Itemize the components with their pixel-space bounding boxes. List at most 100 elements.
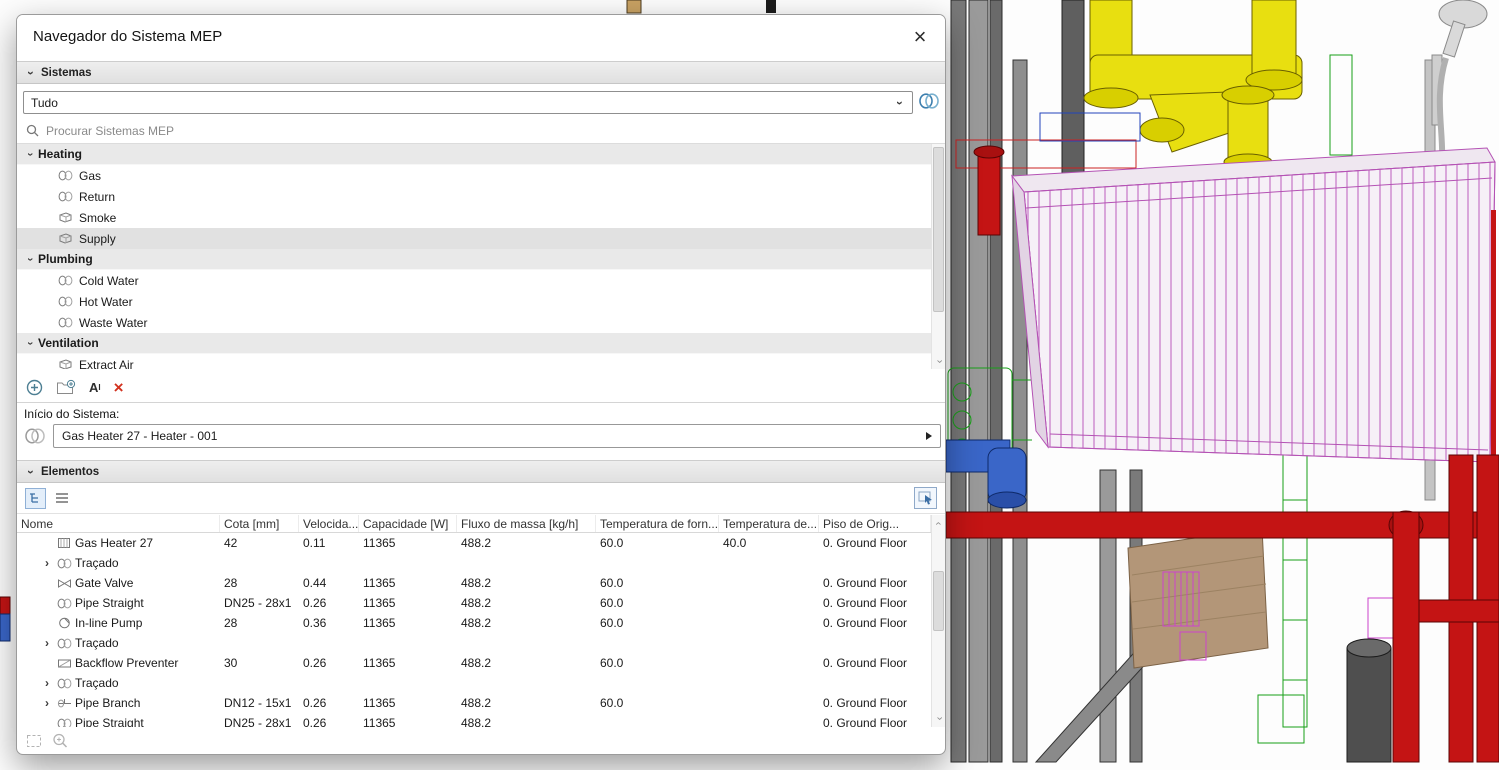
value-cell: 0. Ground Floor	[819, 536, 931, 550]
row-label: Traçado	[75, 556, 119, 570]
new-folder-button[interactable]	[56, 378, 76, 398]
row-label: Pipe Straight	[75, 596, 144, 610]
table-row-tra-ado[interactable]: › Traçado	[17, 673, 931, 693]
elements-toolbar	[17, 483, 945, 514]
elementos-section-header[interactable]: › Elementos	[17, 460, 945, 483]
filter-value: Tudo	[31, 96, 58, 110]
systems-tree: ›HeatingGas Return SmokeSupply›Plumbing Col…	[17, 144, 945, 369]
column-header-fluxo-de-massa-kg-h[interactable]: Fluxo de massa [kg/h]	[457, 515, 596, 532]
duct-icon	[57, 212, 73, 223]
select-in-model-icon	[918, 491, 934, 505]
scroll-down-icon[interactable]: ›	[934, 713, 945, 725]
tree-item-return[interactable]: Return	[17, 186, 931, 207]
chevron-down-icon: ›	[24, 150, 35, 159]
rename-button[interactable]: AI	[89, 378, 101, 398]
next-arrow-icon[interactable]	[926, 432, 932, 440]
value-cell: 60.0	[596, 536, 719, 550]
row-label: Traçado	[75, 676, 119, 690]
delete-button[interactable]: ×	[114, 378, 124, 398]
close-icon[interactable]: ×	[907, 23, 933, 51]
row-label: Pipe Branch	[75, 696, 140, 710]
table-row-tra-ado[interactable]: ›Traçado	[17, 633, 931, 653]
red-valve[interactable]	[974, 146, 1004, 235]
column-header-capacidade-w[interactable]: Capacidade [W]	[359, 515, 457, 532]
column-header-piso-de-orig[interactable]: Piso de Orig...	[819, 515, 931, 532]
value-cell: 11365	[359, 536, 457, 550]
plus-circle-icon	[26, 379, 43, 396]
chevron-down-icon: ›	[894, 98, 906, 108]
name-cell: Backflow Preventer	[17, 656, 220, 670]
mep-system-link-icon[interactable]	[918, 92, 940, 112]
add-system-button[interactable]	[26, 378, 43, 398]
system-filter-dropdown[interactable]: Tudo ›	[23, 91, 913, 114]
value-cell: 40.0	[719, 536, 819, 550]
column-header-velocida[interactable]: Velocida...	[299, 515, 359, 532]
tree-item-smoke[interactable]: Smoke	[17, 207, 931, 228]
left-edge-pipes[interactable]	[0, 597, 10, 641]
tree-item-waste-water[interactable]: Waste Water	[17, 312, 931, 333]
scroll-down-icon[interactable]: ›	[934, 356, 945, 368]
pipe-icon	[56, 598, 72, 609]
select-in-model-button[interactable]	[914, 487, 937, 509]
systems-toolbar: AI ×	[17, 373, 945, 403]
row-label: Pipe Straight	[75, 716, 144, 727]
column-header-cota-mm[interactable]: Cota [mm]	[220, 515, 299, 532]
name-cell: In-line Pump	[17, 616, 220, 630]
table-row-gas-heater-27[interactable]: Gas Heater 27420.1111365488.260.040.00. …	[17, 533, 931, 553]
expand-icon[interactable]: ›	[41, 676, 53, 690]
list-view-toggle[interactable]	[51, 488, 72, 509]
table-row-in-line-pump[interactable]: In-line Pump280.3611365488.260.00. Groun…	[17, 613, 931, 633]
tree-item-hot-water[interactable]: Hot Water	[17, 291, 931, 312]
scrollbar-thumb[interactable]	[933, 571, 944, 631]
tree-item-cold-water[interactable]: Cold Water	[17, 270, 931, 291]
expand-icon[interactable]: ›	[41, 696, 53, 710]
value-cell: 488.2	[457, 596, 596, 610]
table-row-tra-ado[interactable]: › Traçado	[17, 553, 931, 573]
name-cell: Gate Valve	[17, 576, 220, 590]
table-row-backflow-preventer[interactable]: Backflow Preventer300.2611365488.260.00.…	[17, 653, 931, 673]
table-row-pipe-branch[interactable]: ›Pipe BranchDN12 - 15x10.2611365488.260.…	[17, 693, 931, 713]
expand-icon[interactable]: ›	[41, 556, 53, 570]
pipe-icon	[57, 296, 73, 307]
red-strip[interactable]	[1491, 210, 1496, 460]
system-start-selector[interactable]: Gas Heater 27 - Heater - 001	[53, 424, 941, 448]
marquee-icon[interactable]	[26, 734, 42, 748]
table-row-gate-valve[interactable]: Gate Valve280.4411365488.260.00. Ground …	[17, 573, 931, 593]
search-placeholder: Procurar Sistemas MEP	[46, 124, 174, 138]
column-header-temperatura-de[interactable]: Temperatura de...	[719, 515, 819, 532]
scroll-up-icon[interactable]: ›	[934, 518, 945, 530]
table-row-pipe-straight[interactable]: Pipe StraightDN25 - 28x10.2611365488.260…	[17, 593, 931, 613]
scrollbar-thumb[interactable]	[933, 147, 944, 312]
value-cell: 0.11	[299, 536, 359, 550]
radiator[interactable]	[1012, 148, 1495, 462]
tree-view-toggle[interactable]	[25, 488, 46, 509]
tree-item-gas[interactable]: Gas	[17, 165, 931, 186]
folder-plus-icon	[56, 379, 76, 396]
name-cell: › Traçado	[17, 556, 220, 570]
table-row-pipe-straight[interactable]: Pipe StraightDN25 - 28x10.2611365488.20.…	[17, 713, 931, 727]
tree-item-extract-air[interactable]: Extract Air	[17, 354, 931, 369]
search-icon	[26, 124, 39, 137]
value-cell: 488.2	[457, 696, 596, 710]
tree-group-plumbing[interactable]: ›Plumbing	[17, 249, 931, 270]
expand-icon[interactable]: ›	[41, 636, 53, 650]
system-start-label: Início do Sistema:	[24, 407, 119, 421]
wood-panel[interactable]	[1128, 528, 1268, 668]
value-cell: 0. Ground Floor	[819, 576, 931, 590]
sistemas-section-header[interactable]: › Sistemas	[17, 61, 945, 84]
column-header-nome[interactable]: Nome	[17, 515, 220, 532]
tree-scrollbar[interactable]: ›	[931, 144, 945, 369]
tree-item-label: Return	[79, 190, 115, 204]
zoom-to-selection-icon[interactable]	[52, 733, 68, 748]
search-input[interactable]: Procurar Sistemas MEP	[17, 118, 945, 144]
tree-item-supply[interactable]: Supply	[17, 228, 931, 249]
systems-tree-rows: ›HeatingGas Return SmokeSupply›Plumbing Col…	[17, 144, 931, 369]
column-header-temperatura-de-forn[interactable]: Temperatura de forn...	[596, 515, 719, 532]
table-scrollbar[interactable]: › ›	[931, 515, 945, 727]
tree-group-ventilation[interactable]: ›Ventilation	[17, 333, 931, 354]
tree-item-label: Hot Water	[79, 295, 133, 309]
large-dark-pipe[interactable]	[1347, 639, 1391, 762]
tree-item-label: Cold Water	[79, 274, 139, 288]
tree-group-heating[interactable]: ›Heating	[17, 144, 931, 165]
value-cell: 488.2	[457, 536, 596, 550]
